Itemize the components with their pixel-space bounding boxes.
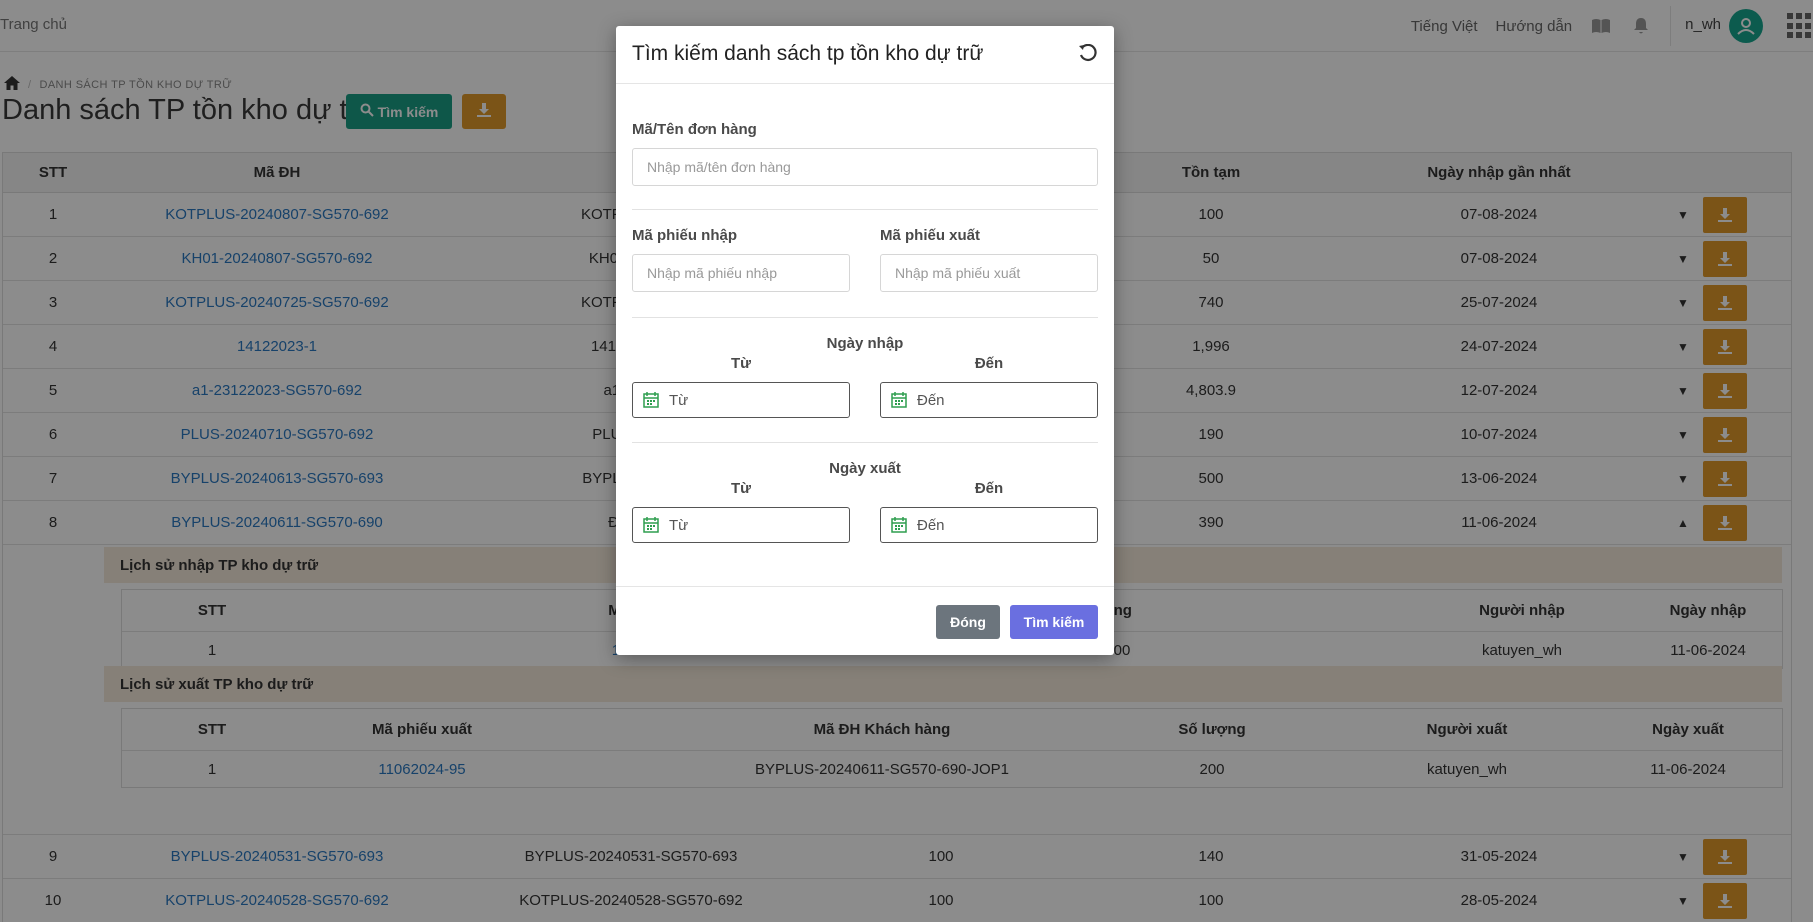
- divider: [632, 442, 1098, 443]
- reset-icon[interactable]: [1078, 43, 1100, 66]
- close-button[interactable]: Đóng: [936, 605, 1000, 639]
- import-to-label: Đến: [974, 355, 1004, 372]
- export-to-label: Đến: [974, 480, 1004, 497]
- import-from-date-input[interactable]: Từ: [632, 382, 850, 418]
- import-code-label: Mã phiếu nhập: [632, 227, 737, 244]
- modal-footer: Đóng Tìm kiếm: [616, 586, 1114, 655]
- modal-header: Tìm kiếm danh sách tp tồn kho dự trữ: [616, 26, 1114, 84]
- date-placeholder: Từ: [669, 516, 689, 534]
- export-to-date-input[interactable]: Đến: [880, 507, 1098, 543]
- calendar-icon: [891, 517, 907, 533]
- export-code-input[interactable]: Nhập mã phiếu xuất: [880, 254, 1098, 292]
- import-from-label: Từ: [730, 355, 752, 372]
- search-modal: Tìm kiếm danh sách tp tồn kho dự trữ Mã/…: [616, 26, 1114, 655]
- calendar-icon: [643, 517, 659, 533]
- order-search-input[interactable]: Nhập mã/tên đơn hàng: [632, 148, 1098, 186]
- divider: [632, 317, 1098, 318]
- import-code-input[interactable]: Nhập mã phiếu nhập: [632, 254, 850, 292]
- calendar-icon: [891, 392, 907, 408]
- search-submit-button[interactable]: Tìm kiếm: [1010, 605, 1098, 639]
- import-date-label: Ngày nhập: [826, 335, 904, 352]
- calendar-icon: [643, 392, 659, 408]
- order-label: Mã/Tên đơn hàng: [632, 121, 757, 138]
- modal-title: Tìm kiếm danh sách tp tồn kho dự trữ: [632, 42, 984, 65]
- export-from-label: Từ: [730, 480, 752, 497]
- divider: [632, 209, 1098, 210]
- import-to-date-input[interactable]: Đến: [880, 382, 1098, 418]
- export-from-date-input[interactable]: Từ: [632, 507, 850, 543]
- export-date-label: Ngày xuất: [829, 460, 901, 477]
- date-placeholder: Đến: [917, 516, 945, 534]
- date-placeholder: Từ: [669, 391, 689, 409]
- date-placeholder: Đến: [917, 391, 945, 409]
- export-code-label: Mã phiếu xuất: [880, 227, 981, 244]
